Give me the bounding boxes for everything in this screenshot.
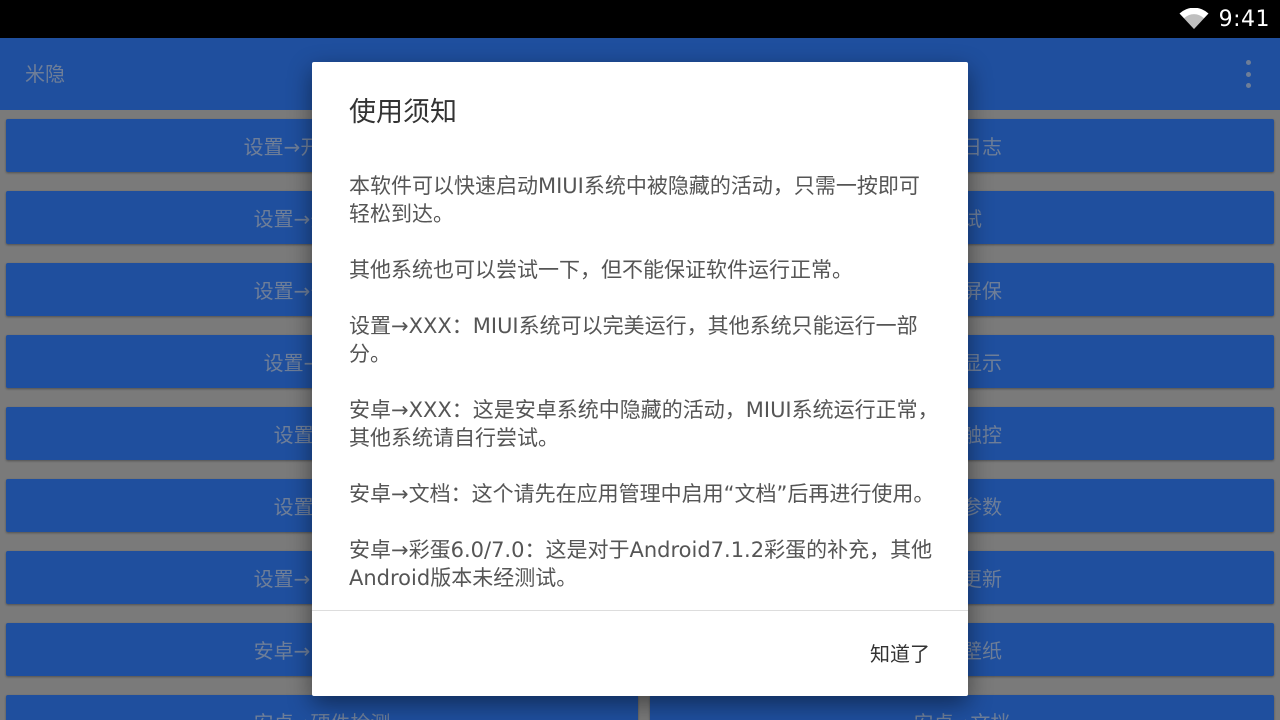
wifi-icon (1179, 8, 1209, 29)
usage-notice-dialog: 使用须知 本软件可以快速启动MIUI系统中被隐藏的活动，只需一按即可轻松到达。 … (312, 62, 968, 696)
dialog-message[interactable]: 本软件可以快速启动MIUI系统中被隐藏的活动，只需一按即可轻松到达。 其他系统也… (349, 172, 939, 610)
dialog-divider (312, 610, 968, 611)
dialog-paragraph: 安卓→彩蛋6.0/7.0：这是对于Android7.1.2彩蛋的补充，其他And… (349, 538, 933, 590)
status-time: 9:41 (1218, 6, 1270, 32)
dialog-paragraph: 其他系统也可以尝试一下，但不能保证软件运行正常。 (349, 258, 853, 282)
status-bar: 9:41 (0, 0, 1280, 38)
status-icons: 9:41 (1179, 0, 1270, 38)
confirm-button[interactable]: 知道了 (868, 636, 932, 672)
dialog-paragraph: 本软件可以快速启动MIUI系统中被隐藏的活动，只需一按即可轻松到达。 (349, 174, 920, 226)
dialog-paragraph: 设置→XXX：MIUI系统可以完美运行，其他系统只能运行一部分。 (349, 314, 918, 366)
dialog-paragraph: 安卓→XXX：这是安卓系统中隐藏的活动，MIUI系统运行正常，其他系统请自行尝试… (349, 398, 939, 450)
dialog-paragraph: 安卓→文档：这个请先在应用管理中启用“文档”后再进行使用。 (349, 482, 935, 506)
dialog-title: 使用须知 (349, 97, 457, 128)
